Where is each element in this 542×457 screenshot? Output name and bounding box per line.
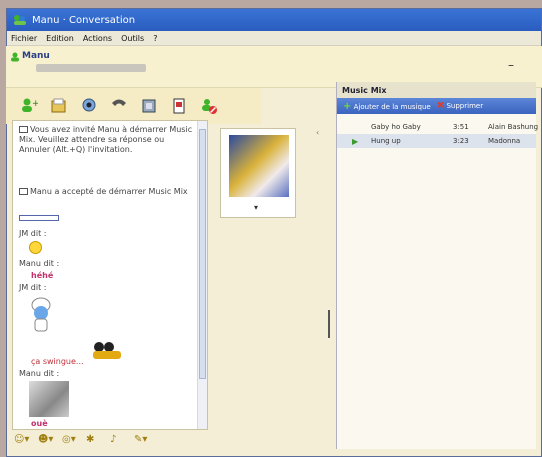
conversation-history[interactable]: Vous avez invité Manu à démarrer Music M… [12, 120, 208, 430]
plus-icon: + [343, 100, 352, 112]
track-title: Gaby ho Gaby [371, 123, 421, 131]
collapse-panel-arrow-icon[interactable]: ‹ [316, 128, 319, 137]
smurf-emoticon [27, 297, 55, 336]
menu-bar: Fichier Edition Actions Outils ? [7, 31, 541, 46]
play-icon: ▶ [352, 136, 359, 146]
title-bar[interactable]: Manu · Conversation [7, 9, 541, 31]
avatar-options-chevron-icon[interactable]: ▾ [254, 203, 258, 212]
envelope-icon [19, 126, 28, 133]
invite-message: Vous avez invité Manu à démarrer Music M… [19, 125, 193, 154]
delete-icon: ✖ [436, 101, 445, 111]
photo-emoticon [29, 381, 69, 417]
music-mix-panel: Music Mix + Ajouter de la musique ✖ Supp… [336, 82, 539, 449]
contact-display-picture: ▾ [220, 128, 296, 218]
menu-edition[interactable]: Edition [46, 34, 74, 43]
activities-icon[interactable] [138, 95, 160, 117]
invite-contact-icon[interactable]: + [18, 95, 40, 117]
track-artist: Madonna [488, 137, 521, 145]
add-music-button[interactable]: + Ajouter de la musique [343, 101, 431, 112]
music-mix-title: Music Mix [337, 82, 536, 98]
send-files-icon[interactable] [48, 95, 70, 117]
conversation-toolbar: + [6, 88, 261, 124]
track-artist: Alain Bashung [488, 123, 539, 131]
message-hehe: héhé [31, 271, 54, 280]
sender-jm-1: JM dit : [19, 229, 47, 238]
emoticon-picker-icon[interactable]: ☺▾ [14, 432, 34, 446]
emoticon-toolbar: ☺▾ ☻▾ ◎▾ ✱ ♪ ✎▾ [14, 430, 224, 448]
svg-text:+: + [32, 99, 38, 109]
accepted-message: Manu a accepté de démarrer Music Mix [19, 187, 197, 197]
contact-personal-message [36, 64, 146, 72]
music-mix-link[interactable] [19, 215, 59, 221]
sender-jm-2: JM dit : [19, 283, 47, 292]
message-oue: ouè [31, 419, 48, 428]
games-icon[interactable] [168, 95, 190, 117]
contact-status-icon [10, 52, 20, 65]
sender-manu-2: Manu dit : [19, 369, 60, 378]
font-picker-icon[interactable]: ✎▾ [134, 432, 154, 446]
contact-name: Manu [22, 51, 50, 61]
track-duration: 3:51 [453, 123, 469, 131]
track-title: Hung up [371, 137, 401, 145]
envelope-icon [19, 188, 28, 195]
track-row[interactable]: Gaby ho Gaby 3:51 Alain Bashung [337, 120, 539, 134]
smiley-emoticon [29, 241, 42, 254]
conversation-scrollbar[interactable] [197, 121, 207, 429]
window-title: Manu · Conversation [32, 14, 136, 26]
panel-splitter[interactable] [328, 310, 330, 338]
phone-call-icon[interactable] [108, 95, 130, 117]
track-duration: 3:23 [453, 137, 469, 145]
menu-help[interactable]: ? [153, 34, 157, 43]
wink-picker-icon[interactable]: ☻▾ [38, 432, 58, 446]
nudge-icon[interactable]: ✱ [86, 432, 106, 446]
remove-music-button[interactable]: ✖ Supprimer [437, 101, 483, 111]
avatar [229, 135, 289, 197]
messenger-icon [13, 14, 27, 26]
minimize-header-button[interactable]: – [508, 58, 514, 72]
background-picker-icon[interactable]: ◎▾ [62, 432, 82, 446]
menu-outils[interactable]: Outils [121, 34, 144, 43]
voice-clip-icon[interactable]: ♪ [110, 432, 130, 446]
sender-manu-1: Manu dit : [19, 259, 60, 268]
message-swing: ça swingue... [31, 357, 84, 366]
menu-fichier[interactable]: Fichier [11, 34, 37, 43]
webcam-icon[interactable] [78, 95, 100, 117]
track-row-playing[interactable]: ▶ Hung up 3:23 Madonna [337, 134, 536, 148]
music-toolbar: + Ajouter de la musique ✖ Supprimer [337, 98, 536, 114]
block-contact-icon[interactable] [198, 95, 220, 117]
menu-actions[interactable]: Actions [83, 34, 112, 43]
